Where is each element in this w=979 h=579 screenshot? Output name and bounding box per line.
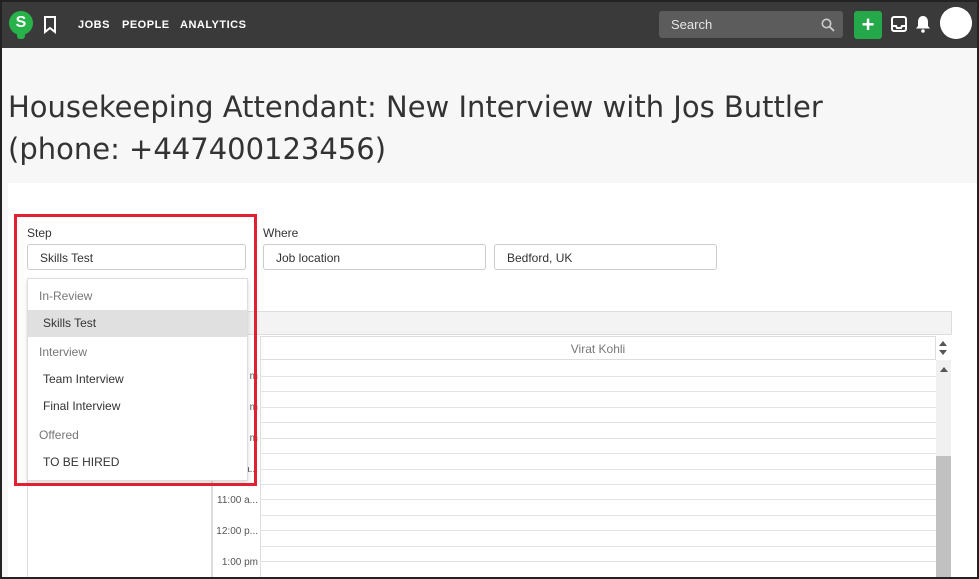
page-title: Housekeeping Attendant: New Interview wi… (8, 90, 823, 166)
time-label: 1:00 pm (221, 557, 258, 568)
where-location-field[interactable]: Bedford, UK (494, 244, 717, 270)
grid-line (260, 469, 936, 470)
bookmark-icon[interactable] (43, 16, 57, 34)
grid-line (260, 561, 936, 562)
grid-line (260, 376, 936, 377)
add-button[interactable]: + (854, 11, 882, 39)
grid-line (260, 391, 936, 392)
scroll-up-icon[interactable] (939, 365, 949, 373)
bell-icon[interactable] (915, 15, 931, 33)
calendar-column-header: Virat Kohli (260, 336, 936, 360)
logo-stem (17, 33, 25, 39)
grid-line (260, 422, 936, 423)
grid-line (260, 407, 936, 408)
nav-jobs[interactable]: JOBS (78, 2, 110, 48)
avatar[interactable] (940, 7, 972, 39)
search-icon[interactable] (821, 18, 835, 32)
grid-line (260, 453, 936, 454)
nav-analytics[interactable]: ANALYTICS (180, 2, 246, 48)
grid-line (260, 530, 936, 531)
grid-line (260, 515, 936, 516)
time-label: 11:00 a... (217, 495, 258, 506)
logo-icon[interactable]: S (9, 11, 33, 35)
where-type-select[interactable]: Job location (263, 244, 486, 270)
grid-line (260, 546, 936, 547)
grid-line (260, 484, 936, 485)
highlight-box (14, 214, 257, 486)
top-navbar: S JOBS PEOPLE ANALYTICS Search + (2, 2, 977, 48)
where-label: Where (263, 226, 299, 240)
grid-line (260, 438, 936, 439)
grid-line (260, 499, 936, 500)
nav-people[interactable]: PEOPLE (122, 2, 170, 48)
search-input[interactable]: Search (659, 11, 843, 38)
column-scroll-arrows-icon[interactable] (938, 338, 948, 358)
inbox-icon[interactable] (891, 16, 907, 32)
time-label: 12:00 p... (216, 526, 258, 537)
scrollbar-thumb[interactable] (936, 456, 951, 577)
avatar-icon (940, 7, 972, 39)
app-window: S JOBS PEOPLE ANALYTICS Search + Houseke… (0, 0, 979, 579)
search-placeholder: Search (671, 17, 713, 32)
